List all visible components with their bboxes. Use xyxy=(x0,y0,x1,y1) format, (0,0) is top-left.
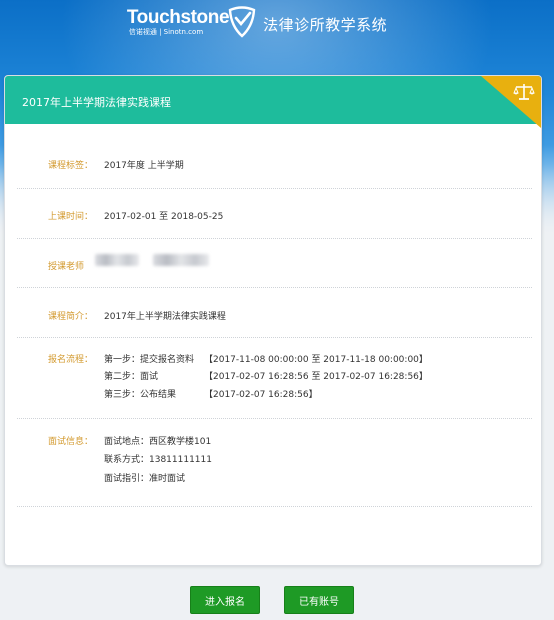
course-card: 2017年上半学期法律实践课程 课程标签： 2017年度 上半学期 上课时间： … xyxy=(4,75,542,566)
logo-wordmark: Touchstone xyxy=(126,7,230,28)
teacher-row: 授课老师 xyxy=(17,239,532,288)
course-tag-label: 课程标签： xyxy=(48,161,94,171)
step-name: 第一步：提交报名资料 xyxy=(104,355,195,365)
interview-contact: 联系方式：13811111111 xyxy=(104,455,212,465)
logo-subtitle: 信诺视通 | Sinotn.com xyxy=(128,28,204,36)
teacher-name-redacted xyxy=(153,254,209,266)
course-card-header: 2017年上半学期法律实践课程 xyxy=(5,76,541,128)
step-name: 第三步：公布结果 xyxy=(104,390,177,400)
course-intro-value: 2017年上半学期法律实践课程 xyxy=(104,312,226,322)
logo-shield-icon xyxy=(228,6,256,38)
class-time-row: 上课时间： 2017-02-01 至 2018-05-25 xyxy=(17,189,532,239)
teacher-label: 授课老师 xyxy=(48,262,85,272)
scales-of-justice-icon xyxy=(513,84,535,100)
course-tag-row: 课程标签： 2017年度 上半学期 xyxy=(17,125,532,189)
system-title: 法律诊所教学系统 xyxy=(263,16,388,34)
interview-info-label: 面试信息： xyxy=(48,437,94,447)
course-intro-label: 课程简介： xyxy=(48,312,94,322)
interview-location: 面试地点：西区教学楼101 xyxy=(104,437,212,447)
interview-guide: 面试指引：准时面试 xyxy=(104,474,186,484)
enroll-process-label: 报名流程： xyxy=(48,355,94,365)
step-time: 【2017-02-07 16:28:56】 xyxy=(204,390,318,400)
class-time-label: 上课时间： xyxy=(48,212,94,222)
step-name: 第二步：面试 xyxy=(104,372,159,382)
teacher-name-redacted xyxy=(95,254,139,266)
course-intro-row: 课程简介： 2017年上半学期法律实践课程 xyxy=(17,288,532,338)
class-time-value: 2017-02-01 至 2018-05-25 xyxy=(104,212,224,222)
interview-info-row: 面试信息： 面试地点：西区教学楼101 联系方式：13811111111 面试指… xyxy=(17,419,532,507)
course-tag-value: 2017年度 上半学期 xyxy=(104,161,184,171)
enroll-process-row: 报名流程： 第一步：提交报名资料 【2017-11-08 00:00:00 至 … xyxy=(17,338,532,419)
enroll-button[interactable]: 进入报名 xyxy=(190,586,260,614)
have-account-button[interactable]: 已有账号 xyxy=(284,586,354,614)
course-title: 2017年上半学期法律实践课程 xyxy=(22,96,171,109)
step-time: 【2017-11-08 00:00:00 至 2017-11-18 00:00:… xyxy=(204,355,428,365)
step-time: 【2017-02-07 16:28:56 至 2017-02-07 16:28:… xyxy=(204,372,428,382)
brand-logo: Touchstone 信诺视通 | Sinotn.com 法律诊所教学系统 xyxy=(127,6,387,38)
app-header: Touchstone 信诺视通 | Sinotn.com 法律诊所教学系统 xyxy=(0,0,554,44)
